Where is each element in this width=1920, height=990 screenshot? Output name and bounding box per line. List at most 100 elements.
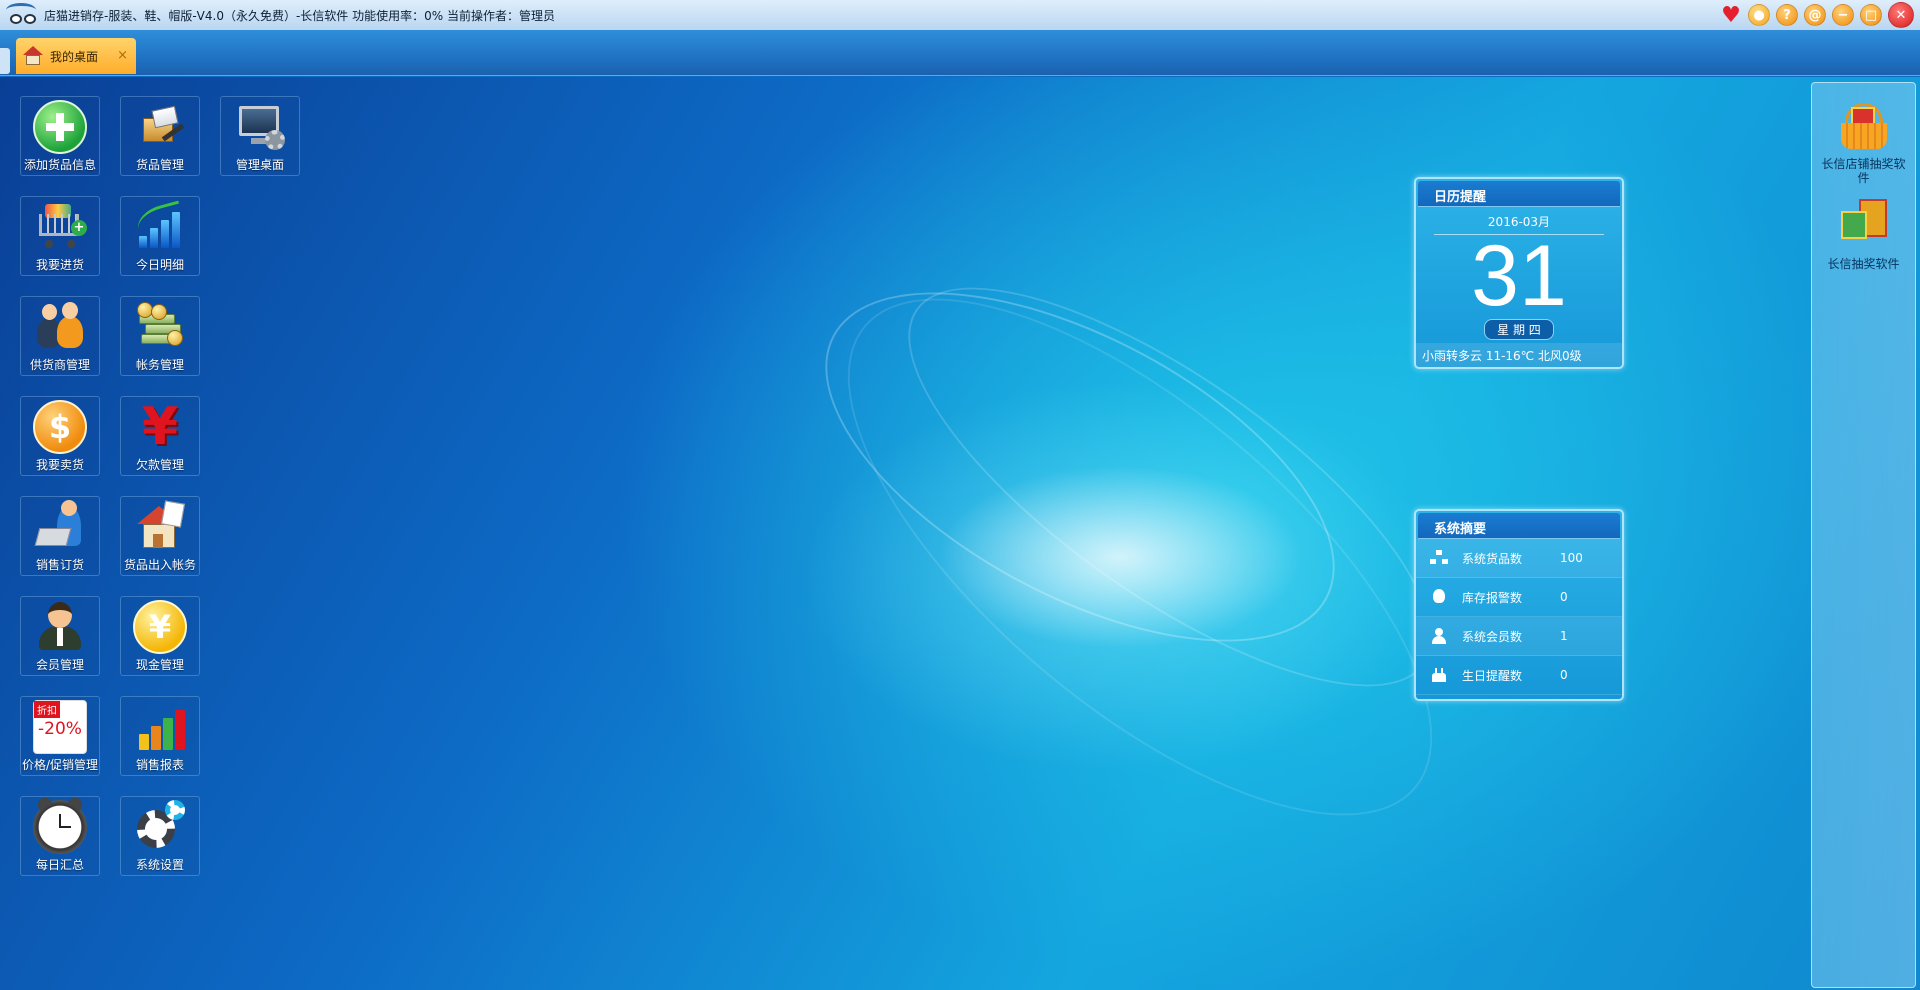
tab-close-icon[interactable]: × [117,48,128,63]
yen-icon: ¥ [141,397,179,457]
icon-label: 销售订货 [35,558,84,572]
desktop-area: 添加货品信息 货品管理 管理桌面 + 我要进货 今日明细 供货商管理 帐务管理 … [0,77,1920,990]
summary-value: 0 [1560,668,1568,682]
summary-value: 100 [1560,551,1583,565]
tab-scroll-handle[interactable] [0,48,10,74]
summary-row-birthday[interactable]: 生日提醒数 0 [1416,656,1622,695]
summary-value: 1 [1560,629,1568,643]
help-icon[interactable]: ? [1776,4,1798,26]
desktop-icon-add-goods[interactable]: 添加货品信息 [20,96,100,176]
desktop-icon-manage-desktop[interactable]: 管理桌面 [220,96,300,176]
icon-label: 我要卖货 [35,458,84,472]
icon-label: 会员管理 [35,658,84,672]
icon-label: 现金管理 [135,658,184,672]
desktop-icon-cash[interactable]: ¥ 现金管理 [120,596,200,676]
summary-row-members[interactable]: 系统会员数 1 [1416,617,1622,656]
icon-label: 帐务管理 [135,358,184,372]
cart-icon: + [33,200,87,254]
summary-value: 0 [1560,590,1568,604]
icon-label: 价格/促销管理 [21,758,99,772]
desktop-icon-member[interactable]: 会员管理 [20,596,100,676]
desktop-icon-daily-summary[interactable]: 每日汇总 [20,795,100,876]
desktop-icon-debt[interactable]: ¥ 欠款管理 [120,396,200,476]
heart-icon[interactable]: ♥ [1720,3,1742,28]
desktop-icon-sell[interactable]: $ 我要卖货 [20,396,100,476]
promo-icon: 折扣 -20% [33,700,87,754]
summary-row-goods[interactable]: 系统货品数 100 [1416,539,1622,578]
desktop-icon-sales-order[interactable]: 销售订货 [20,496,100,576]
report-icon [133,700,187,754]
home-icon [22,46,44,66]
icon-label: 今日明细 [135,258,184,272]
icon-label: 欠款管理 [135,458,184,472]
clock-icon [33,795,87,854]
desktop-icon-goods-management[interactable]: 货品管理 [120,96,200,176]
maximize-icon[interactable]: □ [1860,4,1882,26]
icon-label: 管理桌面 [235,158,284,172]
window-controls: ♥ ● ? @ − □ ✕ [1720,2,1914,28]
system-summary-widget: 系统摘要 系统货品数 100 库存报警数 0 系统会员数 1 生日提醒数 0 [1414,509,1624,701]
window-title: 店猫进销存-服装、鞋、帽版-V4.0（永久免费）-长信软件 功能使用率：0% 当… [44,8,555,23]
network-icon [1430,550,1448,566]
shop-lottery-software[interactable]: 长信店铺抽奖软件 [1812,101,1915,185]
icon-label: 我要进货 [35,258,84,272]
summary-label: 生日提醒数 [1462,668,1523,683]
bar-chart-icon [133,200,187,254]
gift-basket-icon [1835,101,1893,157]
desktop-icon-supplier[interactable]: 供货商管理 [20,296,100,376]
money-icon [133,300,187,354]
bulb-icon [1430,589,1448,605]
summary-title: 系统摘要 [1418,513,1620,539]
lottery-software[interactable]: 长信抽奖软件 [1812,191,1915,271]
summary-rows: 系统货品数 100 库存报警数 0 系统会员数 1 生日提醒数 0 [1416,539,1622,695]
bulb-icon[interactable]: ● [1748,4,1770,26]
promo-percent: -20% [38,719,82,739]
summary-label: 系统货品数 [1462,551,1523,566]
calendar-title: 日历提醒 [1418,181,1620,207]
calendar-widget: 日历提醒 2016-03月 31 星 期 四 小雨转多云 11-16℃ 北风0级 [1414,177,1624,369]
cash-icon: ¥ [133,600,187,654]
desktop-icon-promotion[interactable]: 折扣 -20% 价格/促销管理 [20,696,100,776]
desktop-icon-sales-report[interactable]: 销售报表 [120,696,200,776]
summary-label: 系统会员数 [1462,629,1523,644]
minimize-icon[interactable]: − [1832,4,1854,26]
icon-label: 添加货品信息 [23,158,96,172]
summary-label: 库存报警数 [1462,590,1523,605]
goods-icon [133,100,187,154]
calendar-day: 31 [1471,228,1567,324]
member-icon [33,600,87,654]
icon-label: 每日汇总 [35,858,84,872]
desktop-icon-settings[interactable]: 系统设置 [120,796,200,876]
user-icon [1430,628,1448,644]
desktop-icon-accounts[interactable]: 帐务管理 [120,296,200,376]
tab-strip: 我的桌面 × [0,30,1920,76]
rp-label: 长信抽奖软件 [1827,257,1900,271]
title-bar: 店猫进销存-服装、鞋、帽版-V4.0（永久免费）-长信软件 功能使用率：0% 当… [0,0,1920,30]
people-icon [33,300,87,354]
house-icon [133,500,187,554]
order-icon [33,500,87,554]
tab-my-desktop[interactable]: 我的桌面 × [16,38,136,74]
app-logo-icon [0,0,38,30]
tab-label: 我的桌面 [50,49,99,64]
gift-boxes-icon [1835,191,1893,247]
desktop-icon-purchase[interactable]: + 我要进货 [20,196,100,276]
close-icon[interactable]: ✕ [1888,2,1914,28]
add-icon [33,100,87,154]
rp-label: 长信店铺抽奖软件 [1821,157,1906,185]
icon-label: 供货商管理 [29,358,90,372]
monitor-gear-icon [233,100,287,154]
right-side-panel: 长信店铺抽奖软件 长信抽奖软件 [1811,82,1916,988]
desktop-icon-today-detail[interactable]: 今日明细 [120,196,200,276]
cake-icon [1430,667,1448,683]
icon-label: 货品出入帐务 [123,558,196,572]
icon-label: 货品管理 [135,158,184,172]
desktop-icon-goods-io[interactable]: 货品出入帐务 [120,496,200,576]
at-icon[interactable]: @ [1804,4,1826,26]
icon-label: 系统设置 [135,858,184,872]
settings-icon [133,800,187,854]
summary-row-stock-alert[interactable]: 库存报警数 0 [1416,578,1622,617]
promo-tag: 折扣 [34,701,60,718]
calendar-weather: 小雨转多云 11-16℃ 北风0级 [1416,343,1622,367]
icon-label: 销售报表 [135,758,184,772]
